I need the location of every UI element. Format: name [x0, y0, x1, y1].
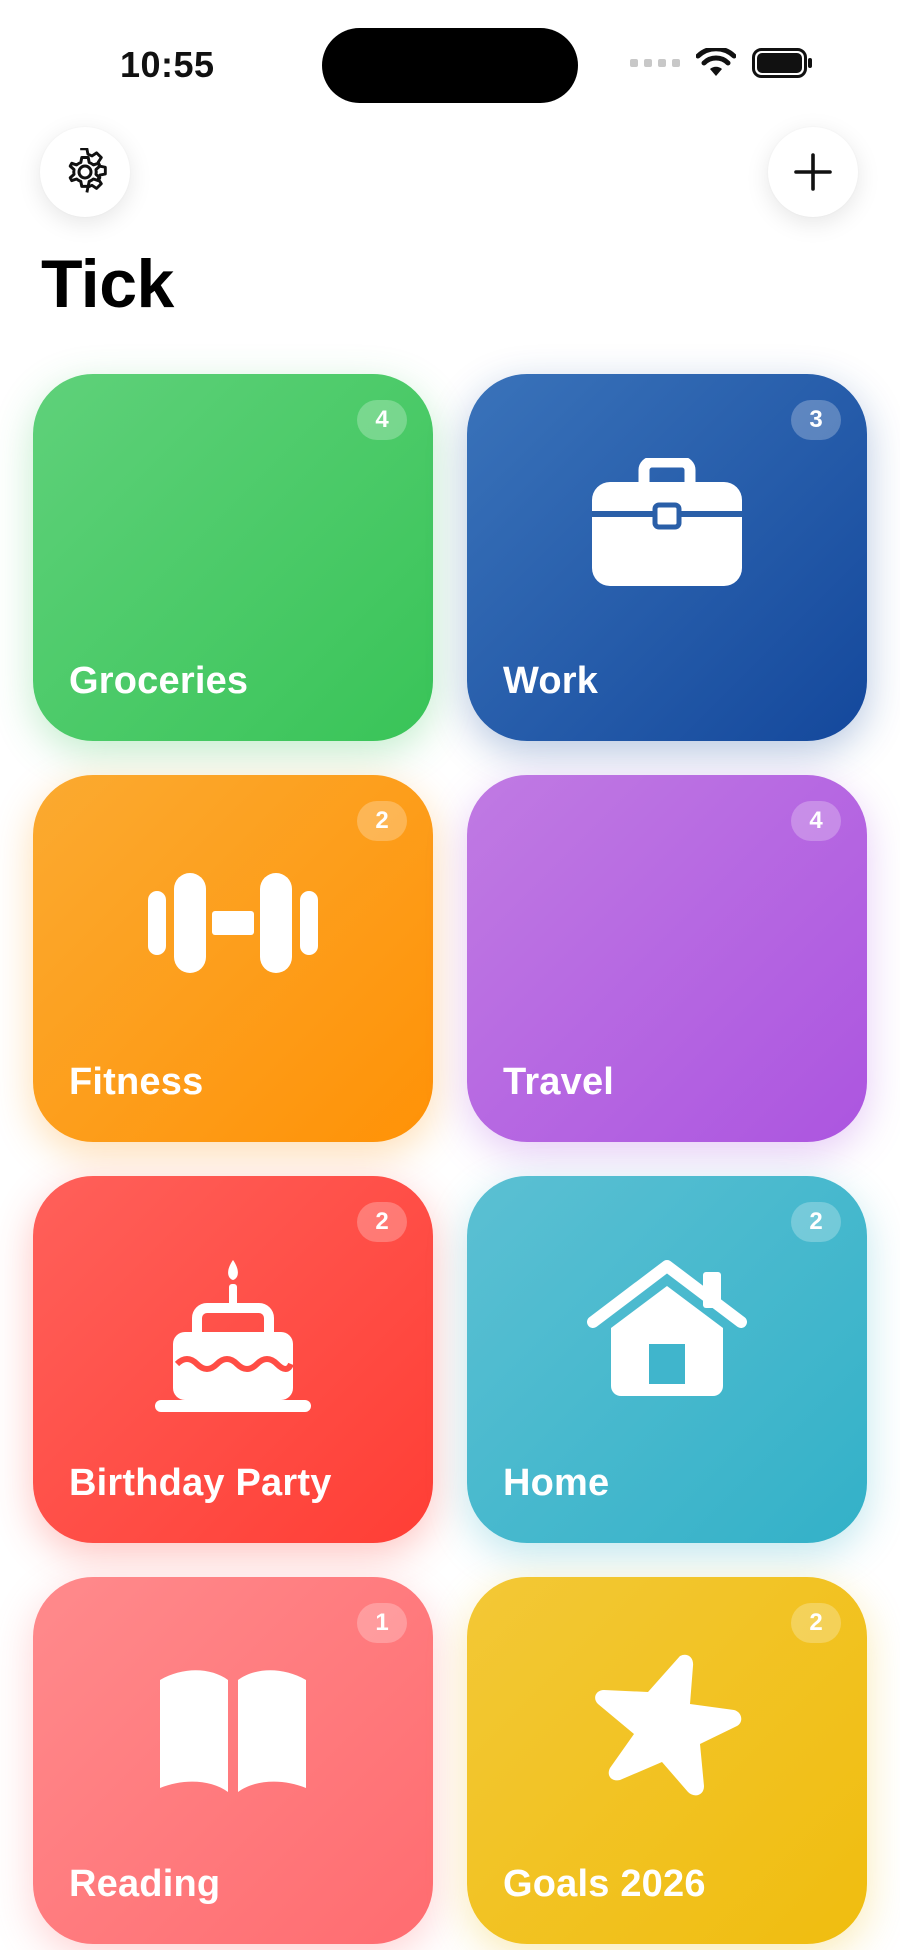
status-time: 10:55 — [120, 44, 215, 85]
list-name: Work — [503, 660, 599, 702]
list-name: Groceries — [69, 660, 249, 702]
list-card-goals-2026[interactable]: 2 Goals 2026 — [467, 1577, 867, 1944]
list-card-home[interactable]: 2 Home — [467, 1176, 867, 1543]
battery-icon — [752, 48, 812, 78]
item-count-badge: 2 — [791, 1202, 841, 1242]
lists-grid: 4 Groceries 3 Work 2 Fitness 4 Travel 2 … — [33, 374, 867, 1944]
item-count-badge: 4 — [357, 400, 407, 440]
plus-icon — [794, 153, 832, 191]
status-icons — [630, 48, 814, 78]
list-name: Travel — [503, 1061, 615, 1103]
list-card-work[interactable]: 3 Work — [467, 374, 867, 741]
add-list-button[interactable] — [768, 127, 858, 217]
book-icon — [160, 1662, 306, 1792]
item-count-badge: 2 — [791, 1603, 841, 1643]
list-card-reading[interactable]: 1 Reading — [33, 1577, 433, 1944]
item-count-badge: 1 — [357, 1603, 407, 1643]
page-title: Tick — [41, 246, 174, 322]
wifi-icon — [696, 48, 736, 76]
star-icon — [592, 1652, 742, 1798]
status-bar: 10:55 — [0, 0, 900, 120]
list-name: Home — [503, 1462, 610, 1504]
list-card-fitness[interactable]: 2 Fitness — [33, 775, 433, 1142]
item-count-badge: 3 — [791, 400, 841, 440]
list-card-travel[interactable]: 4 Travel — [467, 775, 867, 1142]
briefcase-icon — [592, 458, 742, 586]
gear-icon — [68, 148, 107, 193]
house-icon — [587, 1260, 747, 1396]
settings-button[interactable] — [40, 127, 130, 217]
list-card-birthday-party[interactable]: 2 Birthday Party — [33, 1176, 433, 1543]
list-name: Goals 2026 — [503, 1863, 706, 1905]
dynamic-island — [322, 28, 578, 103]
dumbbell-icon — [148, 873, 318, 973]
cellular-signal-icon — [630, 59, 680, 67]
item-count-badge: 4 — [791, 801, 841, 841]
item-count-badge: 2 — [357, 1202, 407, 1242]
item-count-badge: 2 — [357, 801, 407, 841]
cake-icon — [155, 1260, 311, 1412]
list-name: Birthday Party — [69, 1462, 332, 1504]
list-card-groceries[interactable]: 4 Groceries — [33, 374, 433, 741]
list-name: Reading — [69, 1863, 221, 1905]
list-name: Fitness — [69, 1061, 204, 1103]
